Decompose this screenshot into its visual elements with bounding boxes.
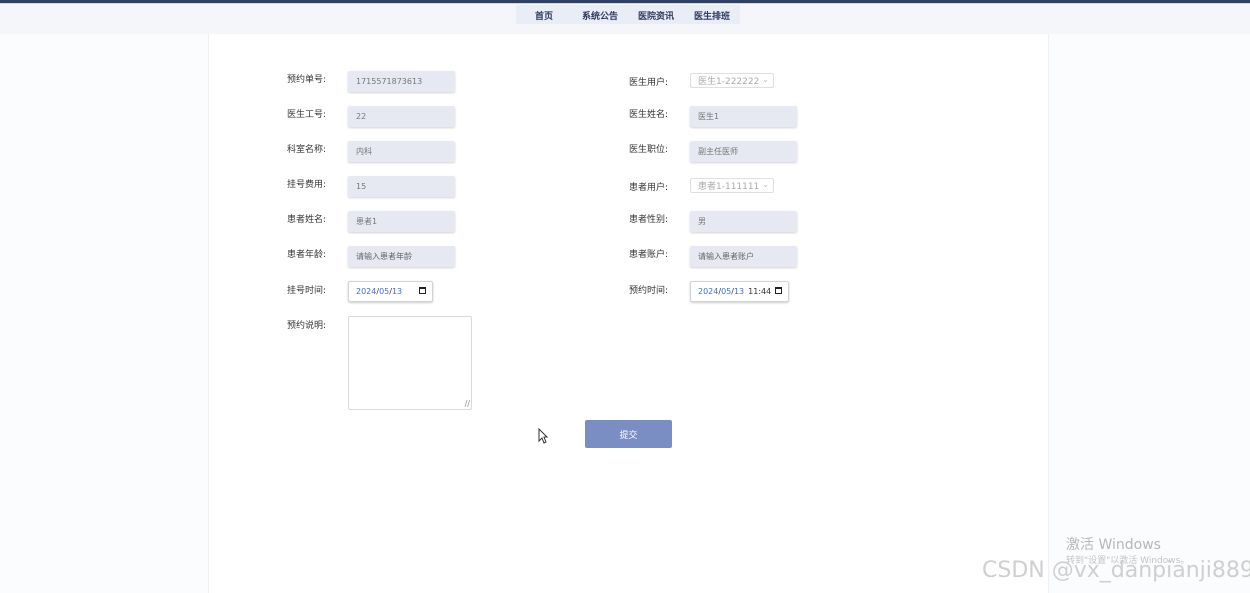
doctor-id-field[interactable]: 22	[348, 106, 455, 127]
main-nav: 首页 系统公告 医院资讯 医生排班	[516, 5, 740, 24]
chevron-down-icon: ⌄	[762, 75, 769, 84]
patient-user-value: 患者1-111111	[698, 182, 760, 192]
booking-time-month: 05	[721, 287, 732, 296]
reg-fee-field[interactable]: 15	[348, 176, 455, 197]
nav-home[interactable]: 首页	[535, 9, 553, 22]
booking-time-datetime-input[interactable]: 2024/05/13 11:44	[690, 281, 789, 302]
doctor-id-label: 医生工号:	[287, 110, 327, 120]
nav-announcements[interactable]: 系统公告	[582, 9, 618, 22]
patient-user-select[interactable]: 患者1-111111 ⌄	[690, 178, 774, 193]
calendar-icon[interactable]	[775, 287, 782, 294]
reg-time-day: 13	[391, 287, 403, 296]
booking-time-label: 预约时间:	[629, 286, 669, 296]
booking-note-textarea[interactable]: ∕∕	[348, 316, 472, 410]
patient-user-label: 患者用户:	[629, 183, 669, 193]
booking-note-label: 预约说明:	[287, 321, 327, 331]
csdn-watermark: CSDN @vx_danpianji889	[982, 558, 1250, 583]
reg-time-label: 挂号时间:	[287, 286, 327, 296]
right-margin-panel	[1048, 34, 1250, 593]
calendar-icon[interactable]	[419, 287, 426, 294]
reg-time-year: 2024	[356, 287, 377, 296]
resize-grip-icon[interactable]: ∕∕	[465, 400, 470, 408]
patient-account-input[interactable]: 请输入患者账户	[690, 246, 797, 267]
booking-time-day: 13	[733, 287, 745, 296]
doctor-title-label: 医生职位:	[629, 145, 669, 155]
patient-name-field[interactable]: 患者1	[348, 211, 455, 232]
department-label: 科室名称:	[287, 145, 327, 155]
booking-no-field[interactable]: 1715571873613	[348, 71, 455, 92]
reg-fee-label: 挂号费用:	[287, 180, 327, 190]
doctor-name-field[interactable]: 医生1	[690, 106, 797, 127]
patient-name-label: 患者姓名:	[287, 215, 327, 225]
left-margin-panel	[0, 34, 209, 593]
patient-age-label: 患者年龄:	[287, 250, 327, 260]
nav-doctor-schedule[interactable]: 医生排班	[694, 9, 730, 22]
header-divider	[0, 3, 1250, 4]
reg-time-date-input[interactable]: 2024/05/13	[348, 281, 433, 302]
chevron-down-icon: ⌄	[762, 180, 769, 189]
patient-gender-label: 患者性别:	[629, 215, 669, 225]
patient-account-label: 患者账户:	[629, 250, 669, 260]
submit-button[interactable]: 提交	[585, 420, 672, 448]
doctor-name-label: 医生姓名:	[629, 110, 669, 120]
reg-time-month: 05	[379, 287, 390, 296]
doctor-user-value: 医生1-222222	[698, 77, 760, 87]
nav-hospital-news[interactable]: 医院资讯	[638, 9, 674, 22]
doctor-title-field[interactable]: 副主任医师	[690, 141, 797, 162]
doctor-user-select[interactable]: 医生1-222222 ⌄	[690, 73, 774, 88]
doctor-user-label: 医生用户:	[629, 78, 669, 88]
department-field[interactable]: 内科	[348, 141, 455, 162]
mouse-cursor-icon	[538, 428, 548, 444]
booking-time-clock: 11:44	[748, 287, 772, 296]
booking-time-year: 2024	[698, 287, 719, 296]
windows-activation-title: 激活 Windows	[1066, 537, 1161, 553]
patient-gender-field[interactable]: 男	[690, 211, 797, 232]
booking-no-label: 预约单号:	[287, 75, 327, 85]
patient-age-input[interactable]: 请输入患者年龄	[348, 246, 455, 267]
